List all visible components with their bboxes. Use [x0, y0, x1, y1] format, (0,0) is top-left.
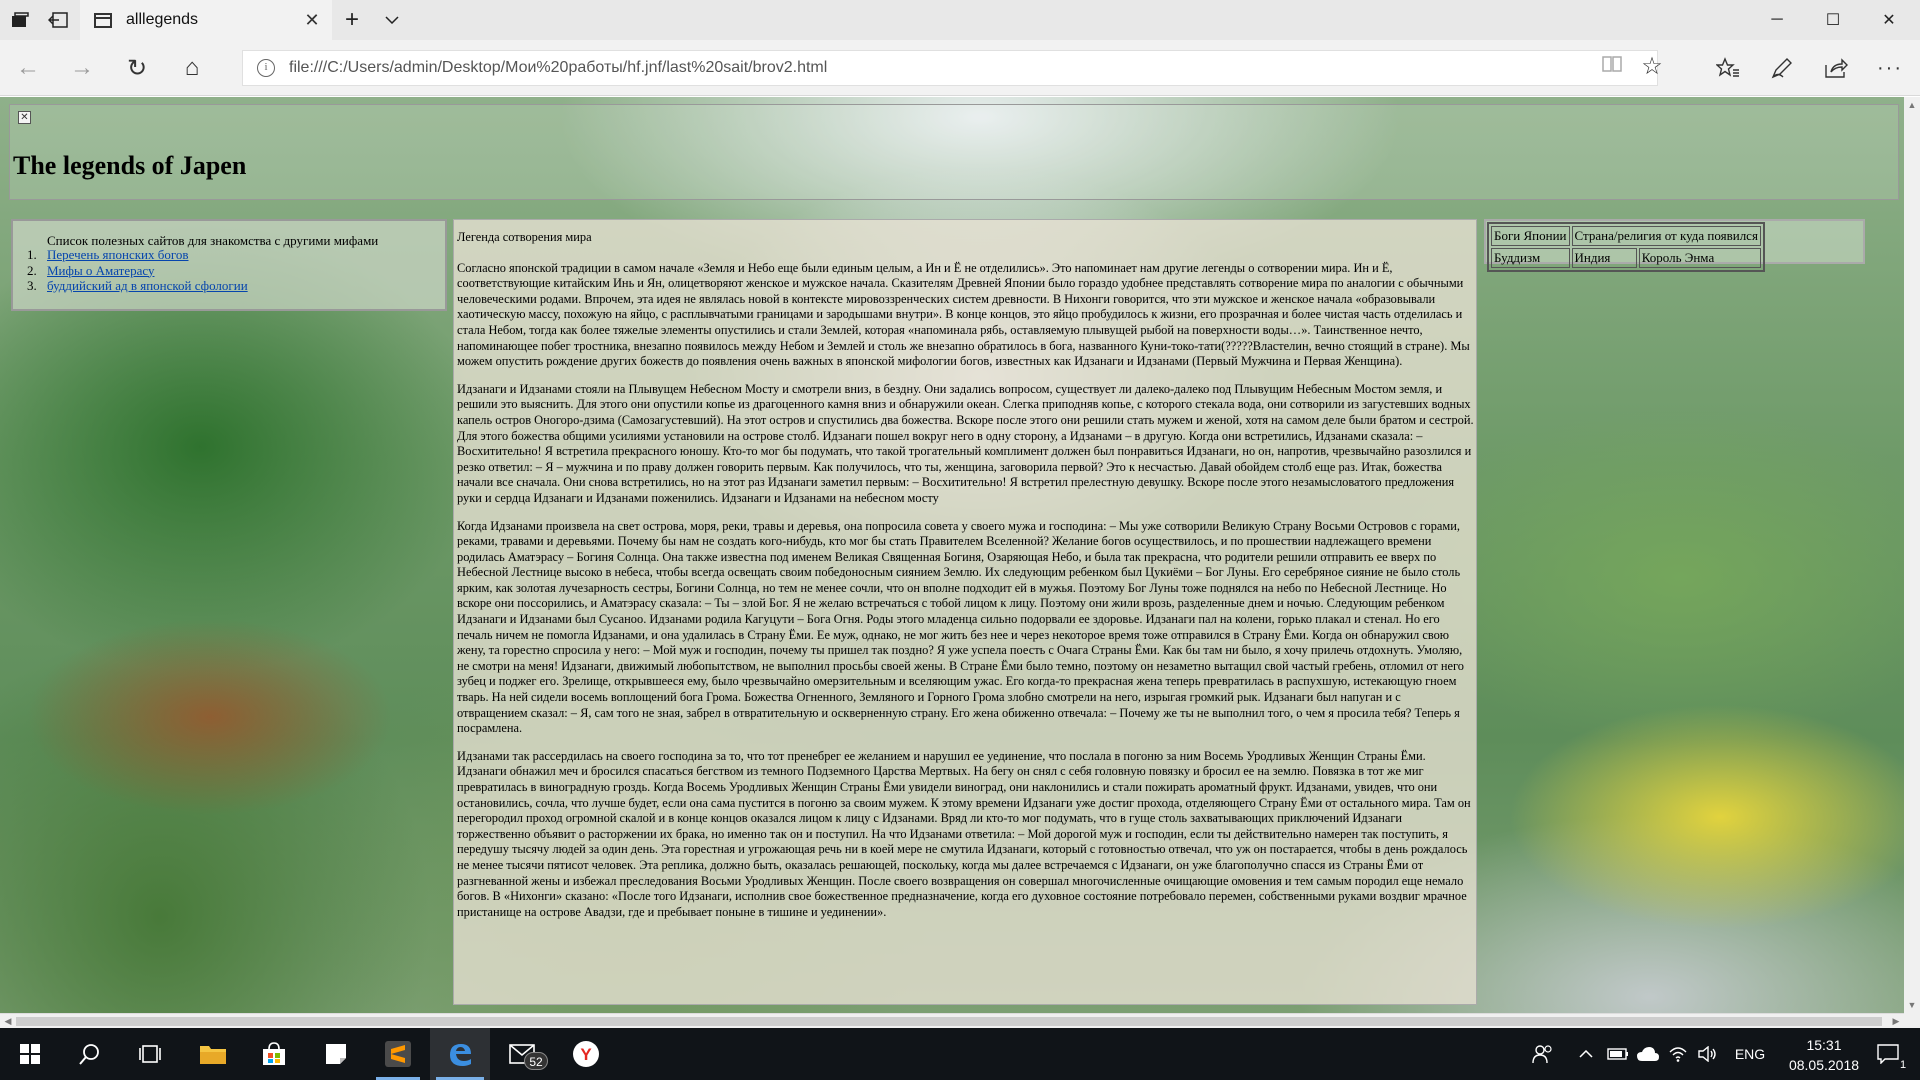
maximize-button[interactable]: ☐	[1806, 0, 1860, 40]
edge-browser-icon[interactable]	[430, 1028, 490, 1080]
yandex-browser-icon[interactable]: Y	[556, 1028, 616, 1080]
gods-table: Боги Японии Страна/религия от куда появи…	[1487, 222, 1765, 272]
scroll-up-arrow-icon[interactable]: ▲	[1904, 97, 1920, 113]
mail-count-badge: 52	[524, 1052, 548, 1070]
links-list: 1. Перечень японских богов 2. Мифы о Амате…	[27, 247, 248, 294]
legend-paragraph: Идзанаги и Идзанами стояли на Плывущем Н…	[457, 381, 1474, 505]
clock-date[interactable]: 08.05.2018	[1774, 1057, 1874, 1073]
legend-paragraph: Когда Идзанами произвела на свет острова…	[457, 518, 1464, 736]
chevron-down-icon[interactable]	[372, 0, 412, 40]
sticky-notes-icon[interactable]	[306, 1028, 366, 1080]
page-viewport: ✕ The legends of Japen Список полезных с…	[0, 97, 1904, 1013]
page-icon	[94, 12, 112, 28]
sublime-text-icon[interactable]	[368, 1028, 428, 1080]
url-text: file:///C:/Users/admin/Desktop/Мои%20раб…	[289, 59, 828, 76]
list-number: 1.	[27, 247, 37, 262]
list-item: 3. буддийский ад в японской сфологии	[27, 278, 248, 294]
taskbar: 52 Y ENG 15:31 08.05.2018 1	[0, 1028, 1920, 1080]
list-item: 2. Мифы о Аматерасу	[27, 263, 248, 279]
forward-button[interactable]: →	[62, 48, 102, 88]
horizontal-scrollbar[interactable]: ◀ ▶	[0, 1013, 1904, 1028]
page-title: The legends of Japen	[13, 151, 247, 180]
table-cell: Буддизм	[1491, 248, 1570, 268]
battery-icon[interactable]	[1604, 1028, 1632, 1080]
svg-text:Y: Y	[580, 1045, 592, 1064]
legend-content: Легенда сотворения мира Согласно японско…	[453, 219, 1477, 1005]
list-number: 3.	[27, 278, 37, 293]
table-row: Буддизм Индия Король Энма	[1491, 248, 1761, 268]
favorites-hub-icon[interactable]	[1706, 48, 1750, 88]
scroll-down-arrow-icon[interactable]: ▼	[1904, 997, 1920, 1013]
legend-paragraph: Идзанами так рассердилась на своего госп…	[457, 748, 1471, 919]
windows-start-icon[interactable]	[0, 1028, 60, 1080]
notification-count-badge: 1	[1899, 1059, 1907, 1071]
tab-alllegends[interactable]: alllegends ✕	[80, 0, 332, 40]
link-buddhist-hell[interactable]: буддийский ад в японской сфологии	[47, 278, 248, 293]
close-window-button[interactable]: ✕	[1862, 0, 1916, 40]
share-icon[interactable]	[1814, 48, 1858, 88]
tab-title: alllegends	[126, 11, 199, 28]
page-header: ✕ The legends of Japen	[9, 104, 1899, 200]
gods-table-panel: Боги Японии Страна/религия от куда появи…	[1484, 219, 1865, 272]
table-cell: Король Энма	[1638, 248, 1761, 268]
file-explorer-icon[interactable]	[183, 1028, 243, 1080]
scrollbar-corner	[1904, 1013, 1920, 1028]
tab-preview-icon[interactable]	[0, 0, 40, 40]
wifi-icon[interactable]	[1664, 1028, 1692, 1080]
task-view-icon[interactable]	[120, 1028, 180, 1080]
useful-links-panel: Список полезных сайтов для знакомства с …	[11, 219, 447, 311]
refresh-button[interactable]: ↻	[117, 48, 157, 88]
input-language-indicator[interactable]: ENG	[1728, 1028, 1772, 1080]
people-icon[interactable]	[1528, 1028, 1558, 1080]
link-amaterasu-myths[interactable]: Мифы о Аматерасу	[47, 263, 154, 278]
list-item: 1. Перечень японских богов	[27, 247, 248, 263]
url-field[interactable]: i file:///C:/Users/admin/Desktop/Мои%20р…	[242, 50, 1658, 86]
legend-paragraph: Согласно японской традиции в самом начал…	[457, 260, 1470, 369]
home-button[interactable]: ⌂	[172, 48, 212, 88]
link-japanese-gods[interactable]: Перечень японских богов	[47, 247, 189, 262]
address-bar: ← → ↻ ⌂ i file:///C:/Users/admin/Desktop…	[0, 40, 1920, 96]
onedrive-cloud-icon[interactable]	[1634, 1028, 1662, 1080]
search-icon[interactable]	[60, 1028, 120, 1080]
scroll-right-arrow-icon[interactable]: ▶	[1888, 1014, 1904, 1029]
tab-close-icon[interactable]: ✕	[292, 10, 332, 31]
reading-view-icon[interactable]	[1600, 54, 1624, 78]
table-cell: Индия	[1571, 248, 1637, 268]
action-center-icon[interactable]	[1868, 1028, 1908, 1080]
back-button[interactable]: ←	[8, 48, 48, 88]
table-cell: Боги Японии	[1491, 226, 1570, 246]
tab-bar: alllegends ✕ + ─ ☐ ✕	[0, 0, 1920, 40]
legend-heading: Легенда сотворения мира	[457, 230, 592, 244]
scrollbar-thumb[interactable]	[16, 1017, 1882, 1026]
vertical-scrollbar[interactable]: ▲ ▼	[1904, 97, 1920, 1013]
set-tabs-aside-icon[interactable]	[38, 0, 78, 40]
add-favorite-star-icon[interactable]: ☆	[1638, 52, 1666, 80]
new-tab-plus-icon[interactable]: +	[332, 0, 372, 40]
minimize-button[interactable]: ─	[1750, 0, 1804, 40]
broken-image-icon: ✕	[18, 111, 31, 124]
list-number: 2.	[27, 262, 37, 278]
table-cell: Страна/религия от куда появился	[1571, 226, 1761, 246]
chevron-up-icon[interactable]	[1574, 1028, 1598, 1080]
scroll-left-arrow-icon[interactable]: ◀	[0, 1014, 16, 1029]
volume-icon[interactable]	[1694, 1028, 1722, 1080]
clock-time[interactable]: 15:31	[1774, 1037, 1874, 1053]
info-icon[interactable]: i	[257, 59, 275, 77]
store-icon[interactable]	[244, 1028, 304, 1080]
table-row: Боги Японии Страна/религия от куда появи…	[1491, 226, 1761, 246]
web-note-pen-icon[interactable]	[1760, 48, 1804, 88]
more-menu-icon[interactable]: ···	[1868, 48, 1912, 88]
